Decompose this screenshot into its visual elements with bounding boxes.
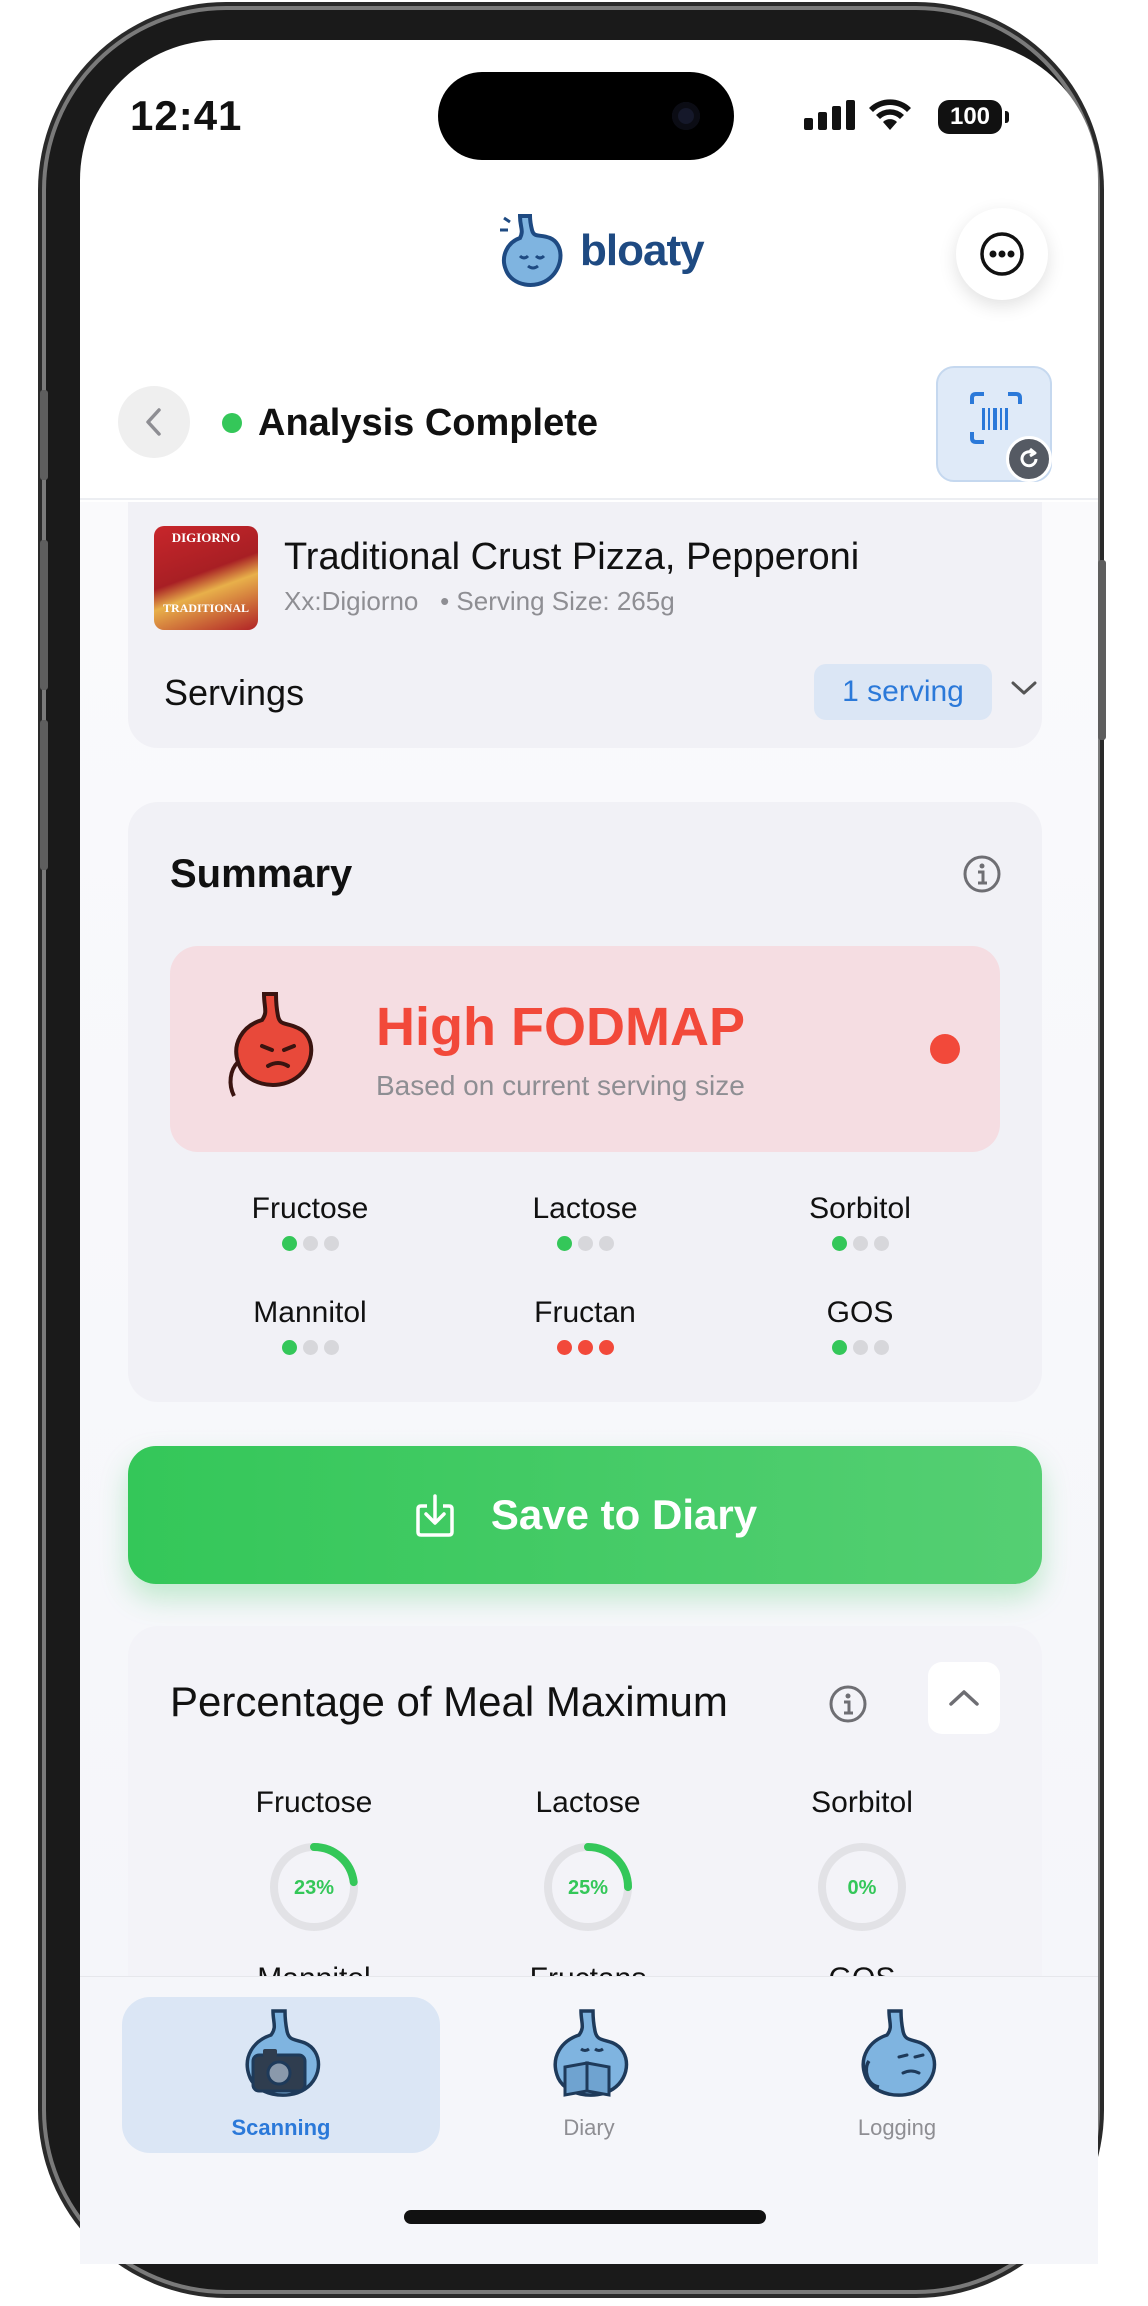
nutrient-fructose: Fructose: [200, 1192, 420, 1251]
product-brand: Xx:Digiorno: [284, 586, 419, 616]
meal-maximum-title: Percentage of Meal Maximum: [170, 1678, 728, 1725]
meal-max-lactose: Lactose 25%: [478, 1786, 698, 1936]
product-image-brand: DIGIORNO: [171, 530, 241, 545]
level-dots: [200, 1340, 420, 1355]
meal-max-label: GOS: [752, 1962, 972, 1976]
meal-max-label: Sorbitol: [811, 1786, 913, 1819]
servings-label: Servings: [164, 672, 305, 713]
status-dot: [222, 413, 242, 433]
product-card: DIGIORNO TRADITIONAL Traditional Crust P…: [128, 502, 1042, 748]
product-meta: Xx:Digiorno • Serving Size: 265g: [284, 586, 675, 617]
wifi-icon: [869, 99, 911, 130]
tab-logging[interactable]: Logging: [738, 1997, 1056, 2153]
progress-ring: 25%: [544, 1843, 632, 1931]
camera-icon: [672, 102, 700, 130]
save-to-diary-label: Save to Diary: [490, 1491, 758, 1538]
home-indicator: [404, 2210, 766, 2224]
nutrient-lactose: Lactose: [475, 1192, 695, 1251]
volume-down-button: [40, 720, 48, 870]
tab-diary[interactable]: Diary: [430, 1997, 748, 2153]
logo-text: bloaty: [580, 226, 705, 275]
download-tray-icon: [416, 1494, 454, 1537]
nutrient-label: Fructose: [251, 1192, 369, 1225]
fodmap-rating-dot: [930, 1034, 960, 1064]
ellipsis-circle-icon: [980, 232, 1024, 276]
level-dots: [475, 1236, 695, 1251]
fodmap-rating-subtitle: Based on current serving size: [376, 1070, 745, 1101]
progress-ring-value: 25%: [568, 1877, 608, 1899]
nutrient-label: Fructan: [534, 1296, 636, 1329]
dynamic-island: [438, 72, 734, 160]
meal-max-label: Mannitol: [204, 1962, 424, 1976]
analysis-content[interactable]: DIGIORNO TRADITIONAL Traditional Crust P…: [80, 502, 1098, 1976]
nutrient-mannitol: Mannitol: [200, 1296, 420, 1355]
level-dots: [475, 1340, 695, 1355]
nutrient-label: GOS: [826, 1296, 894, 1329]
meal-maximum-card: Percentage of Meal Maximum Fructose 23% …: [128, 1626, 1042, 1976]
nutrient-label: Lactose: [532, 1192, 638, 1225]
meal-max-fructans: Fructans: [478, 1962, 698, 1976]
back-button[interactable]: [118, 386, 190, 458]
stomach-logo-icon: [500, 214, 563, 287]
meta-separator: •: [440, 586, 450, 616]
meal-max-label: Fructans: [478, 1962, 698, 1976]
nutrient-label: Sorbitol: [809, 1192, 911, 1225]
cellular-signal-icon: [804, 100, 855, 130]
info-icon[interactable]: [828, 1684, 868, 1724]
product-name: Traditional Crust Pizza, Pepperoni: [284, 536, 860, 578]
stomach-thinking-icon: [861, 2009, 937, 2097]
progress-ring-value: 23%: [294, 1877, 334, 1899]
meal-max-sorbitol: Sorbitol 0%: [752, 1786, 972, 1936]
progress-ring: 23%: [270, 1843, 358, 1931]
stomach-book-icon: [553, 2009, 629, 2097]
nutrient-sorbitol: Sorbitol: [750, 1192, 970, 1251]
stomach-camera-icon: [245, 2009, 321, 2097]
volume-up-button: [40, 540, 48, 690]
analysis-bar: Analysis Complete: [80, 344, 1098, 500]
nutrient-label: Mannitol: [253, 1296, 367, 1329]
meal-max-mannitol: Mannitol: [204, 1962, 424, 1976]
meal-max-gos: GOS: [752, 1962, 972, 1976]
power-button: [1098, 560, 1106, 740]
app-logo: bloaty: [490, 208, 705, 294]
summary-title: Summary: [170, 852, 353, 896]
rescan-barcode-button[interactable]: [936, 366, 1052, 482]
tab-label: Logging: [857, 2115, 937, 2140]
servings-selector[interactable]: 1 serving: [814, 664, 992, 720]
tab-label: Diary: [563, 2115, 615, 2140]
level-dots: [750, 1236, 970, 1251]
collapse-button[interactable]: [928, 1662, 1000, 1734]
chevron-down-icon[interactable]: [1008, 676, 1040, 700]
info-icon[interactable]: [962, 854, 1002, 894]
level-dots: [200, 1236, 420, 1251]
refresh-icon: [1006, 436, 1052, 482]
meal-max-label: Fructose: [255, 1786, 373, 1819]
chevron-up-icon: [949, 1690, 979, 1706]
product-image-kind: TRADITIONAL: [162, 601, 249, 615]
tab-label: Scanning: [231, 2115, 331, 2140]
status-time: 12:41: [130, 92, 243, 139]
tab-scanning[interactable]: Scanning: [122, 1997, 440, 2153]
meal-max-fructose: Fructose 23%: [204, 1786, 424, 1936]
nutrient-fructan: Fructan: [475, 1296, 695, 1355]
progress-ring: 0%: [818, 1843, 906, 1931]
analysis-status-title: Analysis Complete: [258, 402, 598, 444]
action-button: [40, 390, 48, 480]
fodmap-rating: High FODMAP: [376, 997, 745, 1057]
meal-max-label: Lactose: [535, 1786, 641, 1819]
battery-indicator: 100: [938, 100, 1009, 134]
upset-stomach-icon: [228, 992, 314, 1097]
serving-size: Serving Size: 265g: [456, 586, 675, 616]
summary-card: Summary High FODMAP Based on current ser…: [128, 802, 1042, 1402]
product-image: DIGIORNO TRADITIONAL: [154, 526, 258, 630]
fodmap-rating-box: High FODMAP Based on current serving siz…: [170, 946, 1000, 1152]
chevron-left-icon: [146, 408, 161, 436]
level-dots: [750, 1340, 970, 1355]
nutrient-gos: GOS: [750, 1296, 970, 1355]
more-options-button[interactable]: [956, 208, 1048, 300]
save-to-diary-button[interactable]: Save to Diary: [128, 1446, 1042, 1584]
progress-ring-value: 0%: [848, 1877, 877, 1899]
